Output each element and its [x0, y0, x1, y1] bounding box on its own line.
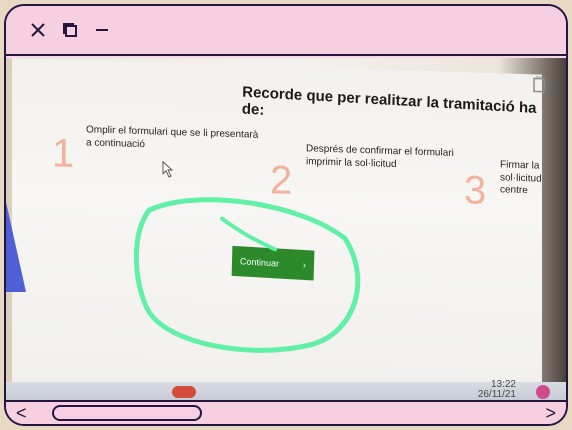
- step-number-1: 1: [52, 131, 75, 176]
- taskbar-clock[interactable]: 13:22 26/11/21: [478, 380, 516, 400]
- green-circle-annotation: [133, 197, 361, 353]
- next-button[interactable]: >: [545, 404, 556, 422]
- photo-of-monitor: Recorde que per realitzar la tramitació …: [6, 58, 566, 402]
- copy-button[interactable]: [58, 18, 82, 42]
- previous-button[interactable]: <: [16, 404, 27, 422]
- notification-icon[interactable]: [536, 385, 550, 399]
- scroll-pill[interactable]: [52, 405, 202, 421]
- monitor-screen: Recorde que per realitzar la tramitació …: [12, 58, 545, 402]
- close-icon: [31, 23, 45, 37]
- step-text-3: Firmar la sol·licitud centre: [500, 159, 542, 197]
- close-button[interactable]: [26, 18, 50, 42]
- photo-frame: Recorde que per realitzar la tramitació …: [4, 4, 568, 426]
- minimize-button[interactable]: [90, 18, 114, 42]
- title-bar: [6, 6, 566, 56]
- screen-heading: Recorde que per realitzar la tramitació …: [241, 83, 537, 119]
- step-text-1: Omplir el formulari que se li presentarà…: [86, 124, 259, 150]
- copy-icon: [63, 23, 77, 37]
- mouse-cursor-icon: [162, 160, 174, 178]
- step-text-2: Després de confirmar el formulari imprim…: [306, 143, 454, 170]
- taskbar-date: 26/11/21: [477, 389, 516, 400]
- windows-taskbar: 13:22 26/11/21: [6, 380, 566, 402]
- step-number-3: 3: [464, 168, 487, 213]
- minimize-icon: [96, 29, 108, 31]
- trash-icon: [533, 76, 545, 93]
- bottom-navigation-bar: < >: [6, 400, 566, 424]
- taskbar-app-icons: [172, 386, 196, 398]
